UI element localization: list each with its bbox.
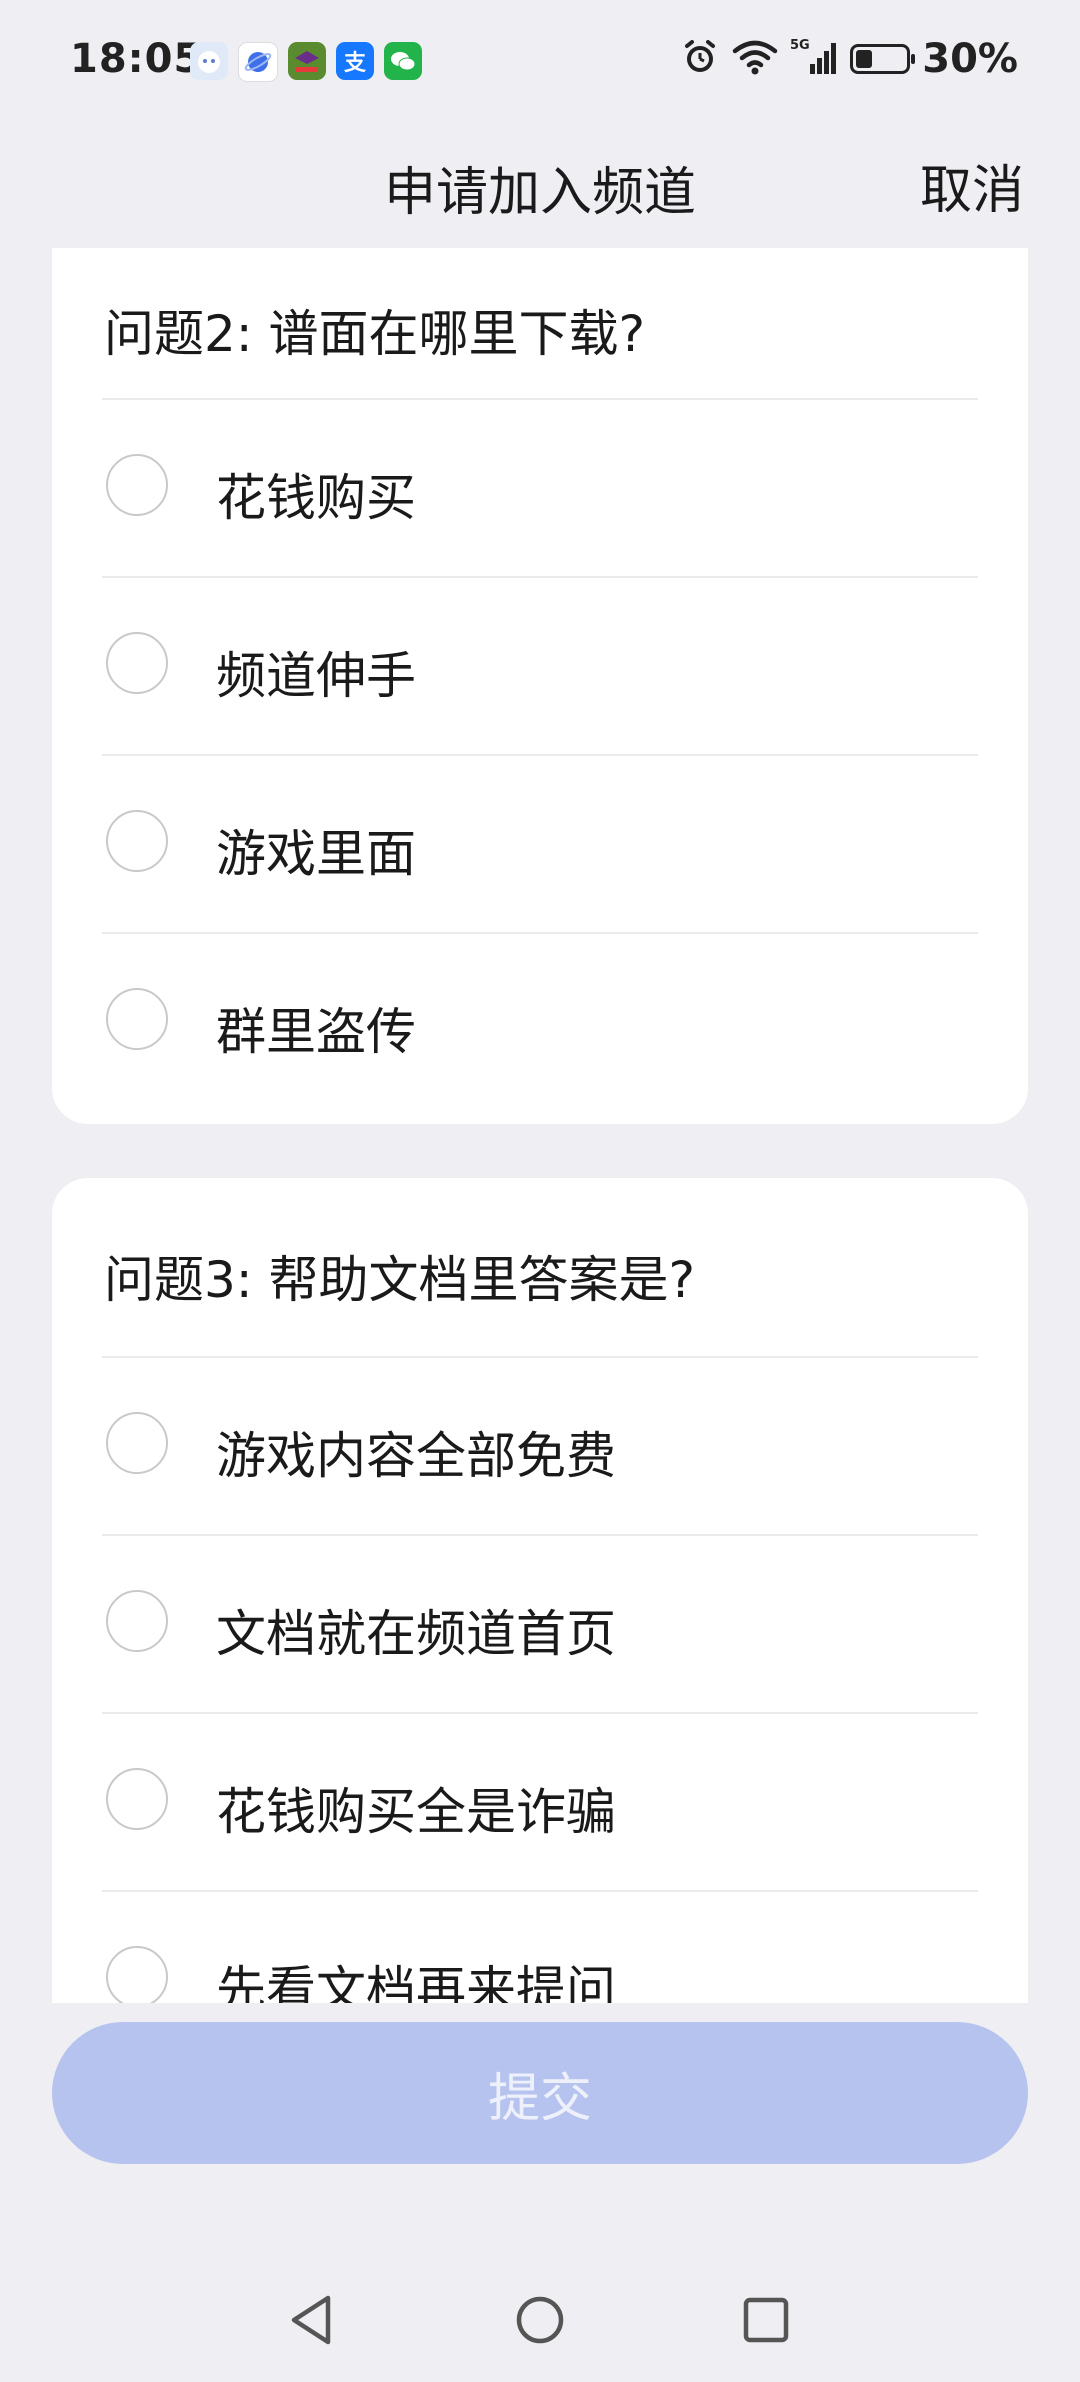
radio-button[interactable] xyxy=(106,1412,168,1474)
option-row[interactable]: 文档就在频道首页 xyxy=(52,1536,1028,1712)
option-row[interactable]: 花钱购买 xyxy=(52,400,1028,576)
option-row[interactable]: 群里盗传 xyxy=(52,934,1028,1110)
question-title: 问题3: 帮助文档里答案是? xyxy=(104,1251,696,1309)
option-label: 先看文档再来提问 xyxy=(216,1961,616,2003)
option-label: 文档就在频道首页 xyxy=(216,1605,616,1663)
alipay-icon: 支 xyxy=(336,42,374,80)
option-label: 花钱购买 xyxy=(216,469,416,527)
option-row[interactable]: 游戏内容全部免费 xyxy=(52,1358,1028,1534)
battery-icon xyxy=(850,44,916,74)
option-label: 群里盗传 xyxy=(216,1003,416,1061)
status-time: 18:05 xyxy=(70,36,203,82)
radio-button[interactable] xyxy=(106,1590,168,1652)
option-label: 花钱购买全是诈骗 xyxy=(216,1783,616,1841)
question-title: 问题2: 谱面在哪里下载? xyxy=(104,305,646,363)
back-icon[interactable] xyxy=(284,2290,344,2350)
alarm-icon xyxy=(680,37,720,81)
wechat-icon xyxy=(384,42,422,80)
game-app-icon xyxy=(288,42,326,80)
option-label: 游戏里面 xyxy=(216,825,416,883)
radio-button[interactable] xyxy=(106,810,168,872)
battery-fill xyxy=(856,50,873,68)
option-label: 频道伸手 xyxy=(216,647,416,705)
assistant-icon xyxy=(190,42,228,80)
question-card: 问题3: 帮助文档里答案是? 游戏内容全部免费 文档就在频道首页 花钱购买全是诈… xyxy=(52,1178,1028,2003)
home-icon[interactable] xyxy=(510,2290,570,2350)
status-bar: 18:05 支 5G 30% xyxy=(0,0,1080,120)
header-bar: 申请加入频道 取消 xyxy=(0,120,1080,248)
radio-button[interactable] xyxy=(106,988,168,1050)
battery-percent: 30% xyxy=(922,36,1018,82)
radio-button[interactable] xyxy=(106,1768,168,1830)
option-label: 游戏内容全部免费 xyxy=(216,1427,616,1485)
wifi-icon xyxy=(732,37,778,81)
radio-button[interactable] xyxy=(106,454,168,516)
network-type-label: 5G xyxy=(790,38,810,53)
question-card: 问题2: 谱面在哪里下载? 花钱购买 频道伸手 游戏里面 群里盗传 xyxy=(52,248,1028,1124)
option-row[interactable]: 先看文档再来提问 xyxy=(52,1892,1028,2003)
option-row[interactable]: 频道伸手 xyxy=(52,578,1028,754)
radio-button[interactable] xyxy=(106,1946,168,2003)
notification-icons: 支 xyxy=(190,42,422,82)
status-indicators: 5G 30% xyxy=(680,36,1018,82)
question-list[interactable]: 问题2: 谱面在哪里下载? 花钱购买 频道伸手 游戏里面 群里盗传 问题3: 帮… xyxy=(0,248,1080,2003)
recents-icon[interactable] xyxy=(736,2290,796,2350)
radio-button[interactable] xyxy=(106,632,168,694)
cancel-button[interactable]: 取消 xyxy=(920,148,1024,223)
cellular-signal-icon: 5G xyxy=(790,36,838,82)
submit-button[interactable]: 提交 xyxy=(52,2022,1028,2164)
option-row[interactable]: 花钱购买全是诈骗 xyxy=(52,1714,1028,1890)
system-navigation-bar xyxy=(0,2270,1080,2382)
browser-icon xyxy=(238,42,278,82)
option-row[interactable]: 游戏里面 xyxy=(52,756,1028,932)
page-title: 申请加入频道 xyxy=(383,163,696,223)
